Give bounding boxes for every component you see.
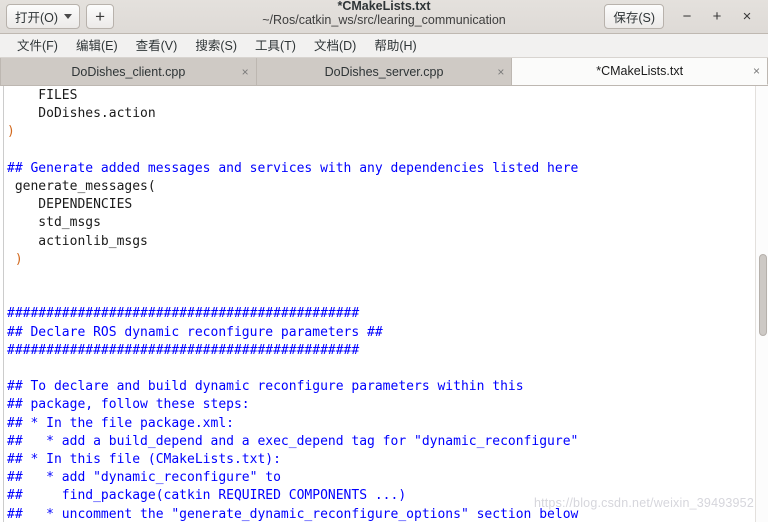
new-tab-button[interactable]: + — [86, 4, 115, 29]
tab-label: DoDishes_server.cpp — [324, 64, 444, 79]
menu-bar: 文件(F) 编辑(E) 查看(V) 搜索(S) 工具(T) 文档(D) 帮助(H… — [0, 34, 768, 58]
editor-text-content[interactable]: FILES DoDishes.action ) ## Generate adde… — [4, 86, 768, 522]
tab-close-icon[interactable]: × — [497, 66, 504, 78]
editor-area[interactable]: FILES DoDishes.action ) ## Generate adde… — [0, 86, 768, 522]
maximize-icon[interactable]: + — [702, 2, 732, 32]
menu-item-edit[interactable]: 编辑(E) — [67, 35, 127, 57]
menu-item-search[interactable]: 搜索(S) — [186, 35, 246, 57]
window-subtitle-path: ~/Ros/catkin_ws/src/learing_communicatio… — [262, 13, 506, 27]
tab-label: DoDishes_client.cpp — [71, 64, 186, 79]
vertical-scrollbar-thumb[interactable] — [759, 254, 767, 336]
vertical-scrollbar[interactable] — [755, 86, 768, 522]
tab-bar: DoDishes_client.cpp × DoDishes_server.cp… — [0, 58, 768, 86]
titlebar-left-buttons: 打开(O) + — [6, 4, 115, 29]
open-button-label: 打开(O) — [15, 11, 59, 25]
tab-dodishes-client[interactable]: DoDishes_client.cpp × — [0, 58, 257, 85]
window-title: *CMakeLists.txt — [337, 0, 431, 13]
menu-item-file[interactable]: 文件(F) — [8, 35, 67, 57]
menu-item-documents[interactable]: 文档(D) — [305, 35, 365, 57]
tab-close-icon[interactable]: × — [242, 66, 249, 78]
open-button[interactable]: 打开(O) — [6, 4, 81, 29]
menu-item-help[interactable]: 帮助(H) — [365, 35, 425, 57]
close-icon[interactable]: × — [732, 2, 762, 32]
tab-label: *CMakeLists.txt — [596, 64, 684, 78]
menu-item-view[interactable]: 查看(V) — [127, 35, 187, 57]
tab-cmakelists[interactable]: *CMakeLists.txt × — [512, 58, 768, 85]
titlebar-right-buttons: 保存(S) − + × — [604, 2, 762, 32]
minimize-icon[interactable]: − — [672, 2, 702, 32]
gedit-window: 打开(O) + *CMakeLists.txt ~/Ros/catkin_ws/… — [0, 0, 768, 522]
chevron-down-icon — [64, 14, 73, 19]
menu-item-tools[interactable]: 工具(T) — [246, 35, 305, 57]
tab-dodishes-server[interactable]: DoDishes_server.cpp × — [256, 58, 513, 85]
save-button[interactable]: 保存(S) — [604, 4, 664, 29]
tab-close-icon[interactable]: × — [753, 65, 760, 77]
title-bar: 打开(O) + *CMakeLists.txt ~/Ros/catkin_ws/… — [0, 0, 768, 34]
